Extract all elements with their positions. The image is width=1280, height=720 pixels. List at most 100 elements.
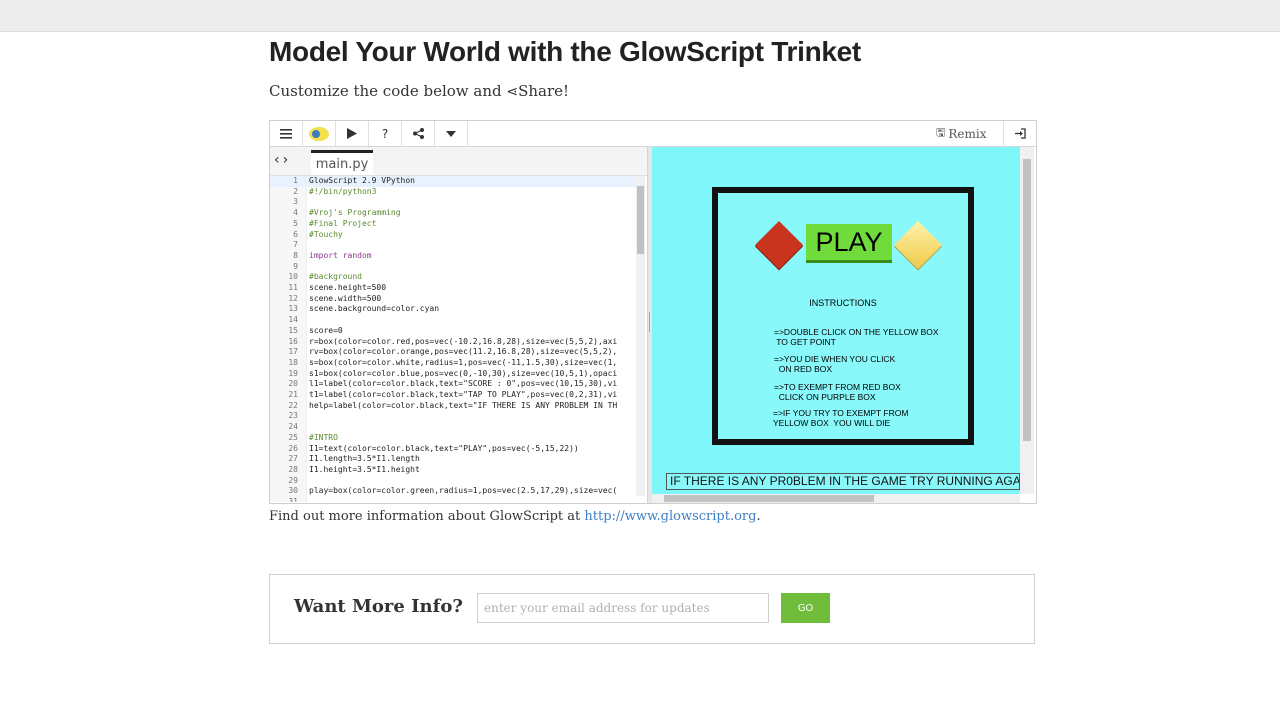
python-logo-icon: [309, 126, 329, 141]
game-frame: PLAY INSTRUCTIONS =>DOUBLE CLICK ON THE …: [712, 187, 974, 445]
code-text: r=box(color=color.red,pos=vec(-10.2,16.8…: [309, 336, 618, 346]
code-text: scene.height=500: [309, 283, 387, 292]
help-button[interactable]: ?: [369, 121, 402, 146]
instruction-3: =>TO EXEMPT FROM RED BOX CLICK ON PURPLE…: [774, 382, 901, 402]
language-button[interactable]: [303, 121, 336, 146]
line-number: 7: [293, 240, 298, 250]
line-number: 22: [288, 400, 298, 410]
code-line: 8 import random: [270, 251, 636, 262]
signup-title: Want More Info?: [294, 596, 463, 617]
line-number: 23: [288, 411, 298, 421]
code-line: 10 #background: [270, 272, 636, 283]
editor-vertical-scrollbar[interactable]: [636, 176, 645, 496]
code-editor[interactable]: 1 GlowScript 2.9 VPython 2 #!/bin/python3 3 4…: [270, 176, 647, 502]
code-line: 13 scene.background=color.cyan: [270, 304, 636, 315]
code-line: 18 s=box(color=color.white,radius=1,pos=v…: [270, 358, 636, 369]
tab-main-py[interactable]: main.py: [311, 150, 373, 175]
code-text: #Touchy: [309, 229, 343, 239]
help-label: IF THERE IS ANY PR0BLEM IN THE GAME TRY …: [666, 473, 1020, 490]
code-line: 6 #Touchy: [270, 230, 636, 241]
footer-note: Find out more information about GlowScri…: [269, 509, 761, 524]
line-number: 19: [288, 368, 298, 378]
chevron-left-icon[interactable]: ‹: [274, 152, 283, 168]
menu-button[interactable]: [270, 121, 303, 146]
line-number: 4: [293, 208, 298, 218]
code-text: help=label(color=color.black,text="IF TH…: [309, 400, 618, 410]
code-text: #INTRO: [309, 432, 338, 442]
code-line: 2 #!/bin/python3: [270, 187, 636, 198]
code-line: 25 #INTRO: [270, 433, 636, 444]
hamburger-menu-icon: [280, 128, 292, 139]
code-text: GlowScript 2.9 VPython: [309, 176, 415, 185]
code-text: score=0: [309, 325, 343, 335]
line-number: 8: [293, 250, 298, 260]
instruction-1: =>DOUBLE CLICK ON THE YELLOW BOX TO GET …: [774, 327, 939, 347]
newsletter-signup-card: Want More Info? GO: [269, 574, 1035, 644]
glowscript-canvas[interactable]: PLAY INSTRUCTIONS =>DOUBLE CLICK ON THE …: [652, 147, 1020, 494]
code-text: play=box(color=color.green,radius=1,pos=…: [309, 486, 618, 496]
code-text: #background: [309, 272, 362, 282]
trinket-toolbar: ? 🖫 Remix: [270, 121, 1036, 147]
play-triangle-icon: [347, 128, 357, 139]
line-number: 2: [293, 186, 298, 196]
code-line: 22 help=label(color=color.black,text="IF …: [270, 401, 636, 412]
page-title: Model Your World with the GlowScript Tri…: [269, 36, 861, 67]
tab-nav-arrows[interactable]: ‹›: [274, 152, 291, 168]
code-line: 12 scene.width=500: [270, 294, 636, 305]
red-box[interactable]: [754, 220, 804, 270]
code-text: l1=label(color=color.black,text="SCORE :…: [309, 379, 618, 389]
trinket-widget: ? 🖫 Remix ‹› main.py 1 GlowScript 2.9 VPy…: [269, 120, 1037, 504]
run-button[interactable]: [336, 121, 369, 146]
glowscript-link[interactable]: http://www.glowscript.org: [584, 509, 756, 524]
chevron-right-icon[interactable]: ›: [283, 152, 292, 168]
code-line: 29: [270, 476, 636, 487]
line-number: 6: [293, 229, 298, 239]
code-line: 20 l1=label(color=color.black,text="SCORE…: [270, 379, 636, 390]
code-text: s=box(color=color.white,radius=1,pos=vec…: [309, 357, 618, 367]
line-number: 13: [288, 304, 298, 314]
remix-label: Remix: [948, 126, 987, 141]
output-pane: PLAY INSTRUCTIONS =>DOUBLE CLICK ON THE …: [652, 147, 1035, 503]
editor-scroll-thumb[interactable]: [637, 186, 644, 254]
page-subtitle: Customize the code below and ⋖Share!: [269, 82, 569, 100]
code-line: 7: [270, 240, 636, 251]
line-number: 1: [293, 176, 298, 185]
code-text: I1.length=3.5*I1.length: [309, 454, 420, 464]
share-button[interactable]: [402, 121, 435, 146]
floppy-disk-icon: 🖫: [936, 126, 946, 139]
output-horizontal-scrollbar[interactable]: [652, 494, 1020, 503]
share-icon: ⋖: [506, 84, 519, 100]
output-scroll-thumb[interactable]: [1023, 159, 1031, 441]
yellow-box[interactable]: [893, 220, 943, 270]
line-number: 30: [288, 486, 298, 496]
code-line: 31: [270, 497, 636, 502]
line-number: 5: [293, 218, 298, 228]
line-number: 11: [288, 283, 298, 292]
game-area[interactable]: PLAY INSTRUCTIONS =>DOUBLE CLICK ON THE …: [718, 193, 968, 439]
line-number: 20: [288, 379, 298, 389]
line-number: 9: [293, 261, 298, 271]
line-number: 10: [288, 272, 298, 282]
code-line: 16 r=box(color=color.red,pos=vec(-10.2,16…: [270, 337, 636, 348]
line-number: 31: [288, 497, 298, 502]
play-box[interactable]: PLAY: [806, 224, 892, 263]
output-vertical-scrollbar[interactable]: [1020, 147, 1034, 494]
more-dropdown-button[interactable]: [435, 121, 468, 146]
code-text: import random: [309, 250, 372, 260]
login-button[interactable]: [1003, 121, 1036, 146]
line-number: 28: [288, 464, 298, 474]
code-line: 30 play=box(color=color.green,radius=1,po…: [270, 486, 636, 497]
sign-in-icon: [1015, 128, 1026, 139]
editor-tabs: ‹› main.py: [270, 147, 647, 176]
caret-down-icon: [446, 130, 456, 137]
code-line: 28 I1.height=3.5*I1.height: [270, 465, 636, 476]
code-line: 3: [270, 197, 636, 208]
code-line: 26 I1=text(color=color.black,text="PLAY",…: [270, 444, 636, 455]
help-label: ?: [381, 126, 389, 141]
remix-button[interactable]: 🖫 Remix: [936, 121, 987, 146]
line-number: 16: [288, 336, 298, 346]
instruction-2: =>YOU DIE WHEN YOU CLICK ON RED BOX: [774, 354, 896, 374]
go-button[interactable]: GO: [781, 593, 830, 623]
email-field[interactable]: [477, 593, 769, 623]
output-hscroll-thumb[interactable]: [664, 495, 874, 502]
